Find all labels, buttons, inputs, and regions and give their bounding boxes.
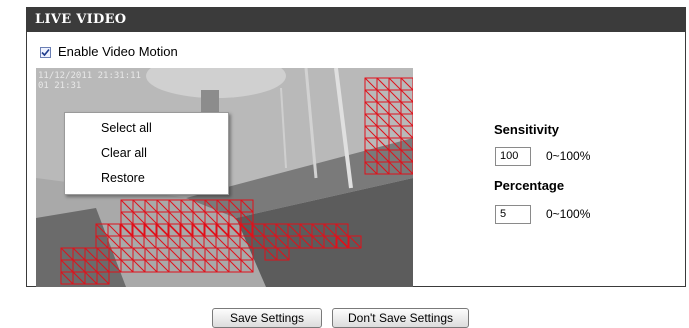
checkmark-icon <box>41 48 50 56</box>
dont-save-settings-button[interactable]: Don't Save Settings <box>332 308 469 328</box>
panel-title: LIVE VIDEO <box>27 8 685 32</box>
sensitivity-input[interactable]: 100 <box>495 147 531 166</box>
video-timestamp-date: 01 21:31 <box>38 81 82 91</box>
context-menu-select-all[interactable]: Select all <box>101 120 152 136</box>
context-menu: Select all Clear all Restore <box>64 112 229 195</box>
enable-video-motion-checkbox[interactable] <box>40 46 51 58</box>
sensitivity-label: Sensitivity <box>494 122 560 137</box>
live-video-panel: LIVE VIDEO Enable Video Motion 11/12/201… <box>26 7 686 287</box>
percentage-label: Percentage <box>494 178 565 193</box>
percentage-range: 0~100% <box>546 207 591 221</box>
context-menu-clear-all[interactable]: Clear all <box>101 145 147 161</box>
video-timestamp: 11/12/2011 21:31:11 <box>38 71 141 81</box>
save-settings-button[interactable]: Save Settings <box>212 308 322 328</box>
enable-video-motion-row[interactable]: Enable Video Motion <box>40 44 178 60</box>
context-menu-restore[interactable]: Restore <box>101 170 145 186</box>
percentage-input[interactable]: 5 <box>495 205 531 224</box>
enable-video-motion-label: Enable Video Motion <box>58 44 178 59</box>
sensitivity-range: 0~100% <box>546 149 591 163</box>
